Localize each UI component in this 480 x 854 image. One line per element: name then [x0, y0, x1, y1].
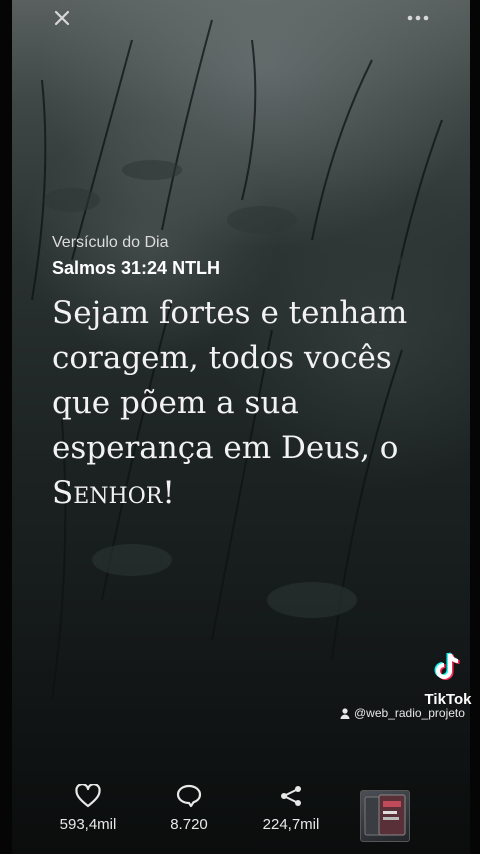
heart-icon: [75, 784, 101, 808]
comment-count: 8.720: [170, 816, 208, 833]
comment-button[interactable]: 8.720: [139, 784, 239, 833]
like-button[interactable]: 593,4mil: [38, 784, 138, 833]
verse-main: Sejam fortes e tenham coragem, todos voc…: [52, 295, 408, 466]
related-video-thumbnail[interactable]: [360, 790, 410, 842]
close-icon: [54, 10, 70, 26]
close-button[interactable]: [42, 6, 82, 30]
verse-reference: Salmos 31:24 NTLH: [52, 258, 221, 278]
share-icon: [281, 786, 301, 806]
verse-lord: Senhor: [52, 475, 163, 511]
thumbnail-image-icon: [364, 794, 406, 836]
creator-handle: @web_radio_projeto: [340, 706, 465, 720]
user-icon: [340, 707, 350, 719]
verse-end: !: [162, 475, 175, 511]
verse-card: Versículo do Dia Salmos 31:24 NTLH Sejam…: [52, 234, 452, 516]
comment-icon: [176, 784, 202, 808]
screen-edge-left: [0, 0, 12, 854]
verse-text: Sejam fortes e tenham coragem, todos voc…: [52, 291, 452, 516]
creator-handle-text: @web_radio_projeto: [354, 706, 465, 720]
tiktok-logo-icon: [434, 652, 460, 680]
like-count: 593,4mil: [59, 816, 117, 833]
share-count: 224,7mil: [262, 816, 320, 833]
tiktok-watermark: TikTok: [418, 650, 478, 708]
screen-edge-right: [470, 0, 480, 854]
share-button[interactable]: 224,7mil: [241, 784, 341, 833]
more-icon: [407, 15, 429, 21]
more-options-button[interactable]: [398, 6, 438, 30]
verse-heading: Versículo do Dia: [52, 234, 169, 251]
